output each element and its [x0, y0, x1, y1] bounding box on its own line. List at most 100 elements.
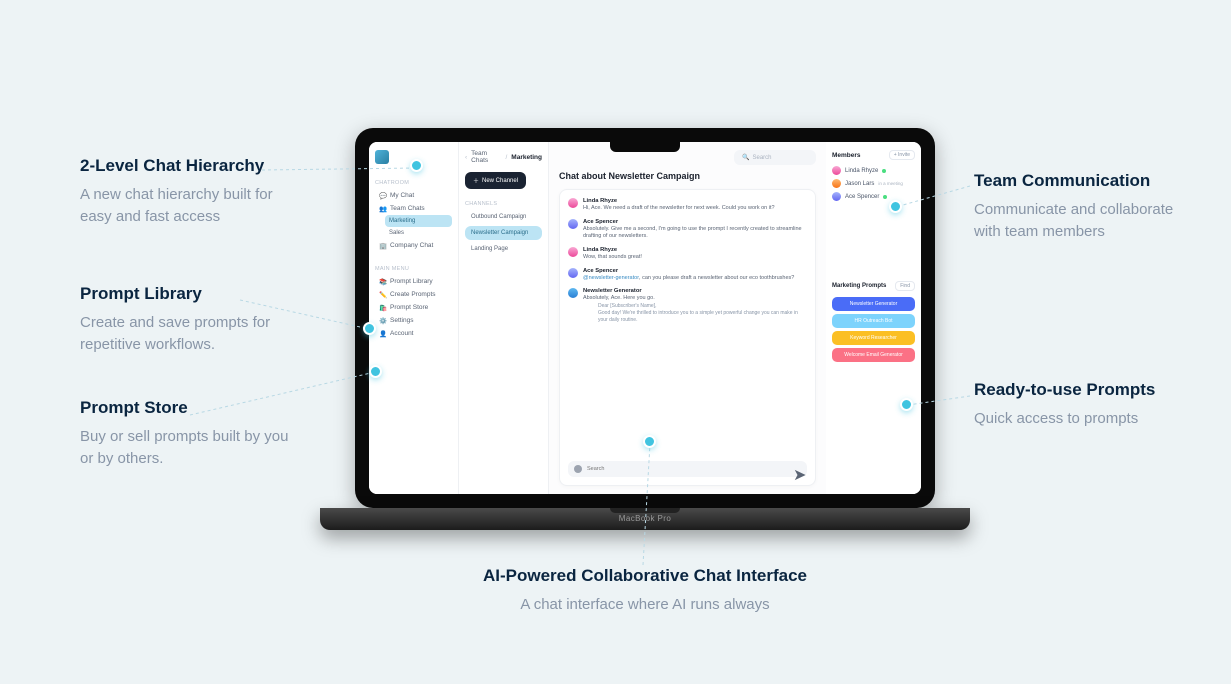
hotspot-ai-chat[interactable] [643, 435, 656, 448]
sidebar-item-company-chat[interactable]: 🏢Company Chat [375, 239, 452, 252]
message-text: @newsletter-generator, can you please dr… [583, 275, 794, 283]
laptop-notch [610, 142, 680, 152]
member-name: Jason Lars [845, 181, 874, 187]
annotation-hierarchy: 2-Level Chat Hierarchy A new chat hierar… [80, 156, 300, 228]
main-area: 🔍 Search Chat about Newsletter Campaign … [549, 142, 826, 494]
message-text: Wow, that sounds great! [583, 254, 642, 262]
new-channel-button[interactable]: ＋ New Channel [465, 172, 526, 189]
breadcrumb-current: Marketing [511, 154, 542, 161]
create-icon: ✏️ [379, 291, 386, 298]
hotspot-hierarchy[interactable] [410, 159, 423, 172]
laptop-label: MacBook Pro [619, 514, 671, 523]
user-icon: 👤 [379, 330, 386, 337]
message-author: Linda Rhyze [583, 198, 775, 204]
hotspot-ready-prompts[interactable] [900, 398, 913, 411]
members-title: Members [832, 152, 861, 159]
message-author: Ace Spencer [583, 219, 807, 225]
search-placeholder: Search [752, 155, 771, 161]
sidebar-item-create-prompts[interactable]: ✏️Create Prompts [375, 288, 452, 301]
prompt-newsletter[interactable]: Newsletter Generator [832, 297, 915, 311]
sidebar-item-account[interactable]: 👤 Account [375, 327, 452, 340]
label: Marketing [389, 218, 415, 224]
sidebar-item-my-chat[interactable]: 💬 My Chat [375, 189, 452, 202]
annotation-title: Prompt Library [80, 284, 300, 304]
laptop-frame: Chatroom 💬 My Chat 👥 Team Chats Marketing … [355, 128, 935, 508]
label: Team Chats [390, 205, 425, 212]
prompt-hr[interactable]: HR Outreach Bot [832, 314, 915, 328]
prompts-title: Marketing Prompts [832, 283, 886, 289]
sidebar-item-prompt-library[interactable]: 📚 Prompt Library [375, 275, 452, 288]
avatar-linda [568, 198, 578, 208]
label: Prompt Library [390, 278, 433, 285]
search-input[interactable]: 🔍 Search [734, 150, 816, 165]
channel-landing[interactable]: Landing Page [465, 242, 542, 256]
message-2: Ace Spencer Absolutely. Give me a second… [568, 219, 807, 241]
chat-panel: Linda Rhyze Hi, Ace. We need a draft of … [559, 189, 816, 486]
label: Company Chat [390, 242, 433, 249]
annotation-ready-prompts: Ready-to-use Prompts Quick access to pro… [974, 380, 1155, 430]
sidebar-section-chatroom: Chatroom [375, 180, 452, 186]
invite-button[interactable]: + Invite [889, 150, 915, 160]
bot-output-line: Dear [Subscriber's Name], [598, 303, 807, 310]
mention[interactable]: @newsletter-generator [583, 275, 639, 281]
plus-icon: ＋ [473, 176, 479, 185]
message-1: Linda Rhyze Hi, Ace. We need a draft of … [568, 198, 807, 213]
annotation-title: Ready-to-use Prompts [974, 380, 1155, 400]
member-ace[interactable]: Ace Spencer [832, 192, 915, 201]
hotspot-prompt-lib[interactable] [363, 322, 376, 335]
message-text: Hi, Ace. We need a draft of the newslett… [583, 205, 775, 213]
sidebar-item-prompt-store[interactable]: 🛍️Prompt Store [375, 301, 452, 314]
message-3: Linda Rhyze Wow, that sounds great! [568, 247, 807, 262]
label: My Chat [390, 192, 414, 199]
annotation-desc: Quick access to prompts [974, 408, 1155, 430]
annotation-team-comm: Team Communication Communicate and colla… [974, 171, 1174, 243]
channel-outbound[interactable]: Outbound Campaign [465, 210, 542, 224]
chat-input[interactable] [587, 466, 788, 472]
label: Settings [390, 317, 414, 324]
message-author: Ace Spencer [583, 268, 794, 274]
send-icon[interactable]: ➤ [793, 465, 801, 473]
chevron-left-icon[interactable]: ‹ [465, 154, 467, 161]
prompt-keyword[interactable]: Keyword Researcher [832, 331, 915, 345]
breadcrumb-parent[interactable]: Team Chats [471, 150, 501, 164]
sidebar-item-team-chats[interactable]: 👥 Team Chats [375, 202, 452, 215]
annotation-prompt-store: Prompt Store Buy or sell prompts built b… [80, 398, 300, 470]
annotation-title: Prompt Store [80, 398, 300, 418]
sidebar-section-main-menu: Main Menu [375, 266, 452, 272]
avatar-linda [568, 247, 578, 257]
hotspot-team-comm[interactable] [889, 200, 902, 213]
annotation-desc: Communicate and collaborate with team me… [974, 199, 1174, 243]
channel-newsletter[interactable]: Newsletter Campaign [465, 226, 542, 240]
library-icon: 📚 [379, 278, 386, 285]
annotation-ai-chat: AI-Powered Collaborative Chat Interface … [465, 566, 825, 616]
avatar-ace [568, 219, 578, 229]
annotation-desc: A chat interface where AI runs always [485, 594, 805, 616]
member-linda[interactable]: Linda Rhyze [832, 166, 915, 175]
prompts-header: Marketing Prompts Find [832, 281, 915, 291]
member-name: Ace Spencer [845, 194, 879, 200]
user-avatar-icon [574, 465, 582, 473]
prompt-welcome[interactable]: Welcome Email Generator [832, 348, 915, 362]
annotation-desc: A new chat hierarchy built for easy and … [80, 184, 300, 228]
status-online-icon [882, 169, 886, 173]
chat-input-bar[interactable]: ➤ [568, 461, 807, 477]
annotation-desc: Create and save prompts for repetitive w… [80, 312, 300, 356]
app-logo[interactable] [375, 150, 389, 164]
channels-section-label: Channels [465, 201, 542, 207]
find-button[interactable]: Find [895, 281, 915, 291]
label: Account [390, 330, 414, 337]
sidebar-item-sales[interactable]: Sales [385, 227, 452, 239]
gear-icon: ⚙️ [379, 317, 386, 324]
team-icon: 👥 [379, 205, 386, 212]
annotation-prompt-library: Prompt Library Create and save prompts f… [80, 284, 300, 356]
avatar-ace [568, 268, 578, 278]
avatar [832, 166, 841, 175]
hotspot-prompt-store[interactable] [369, 365, 382, 378]
label: Prompt Store [390, 304, 428, 311]
avatar [832, 179, 841, 188]
chat-icon: 💬 [379, 192, 386, 199]
member-jason[interactable]: Jason Lars in a meeting [832, 179, 915, 188]
sidebar-item-settings[interactable]: ⚙️ Settings [375, 314, 452, 327]
sidebar-item-marketing[interactable]: Marketing [385, 215, 452, 227]
breadcrumb-sep: / [505, 154, 507, 161]
